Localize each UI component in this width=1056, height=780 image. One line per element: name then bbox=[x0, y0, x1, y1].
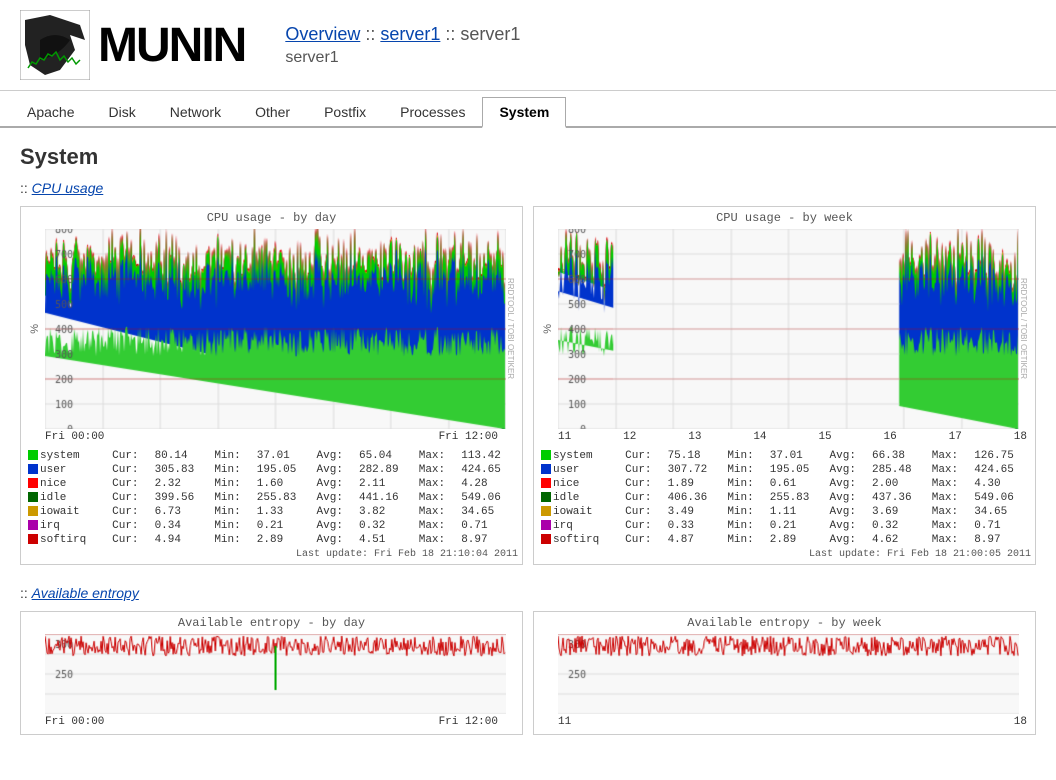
cpu-week-xlabels: 11 12 13 14 15 16 17 18 bbox=[538, 429, 1031, 445]
legend-row-irq: irq Cur:0.34 Min:0.21 Avg:0.32 Max:0.71 bbox=[25, 519, 518, 533]
cpu-day-canvas bbox=[45, 229, 506, 429]
header: MUNIN Overview :: server1 :: server1 ser… bbox=[0, 0, 1056, 91]
legend-row-softirq: softirq Cur:4.87 Min:2.89 Avg:4.62 Max:8… bbox=[538, 533, 1031, 547]
overview-link[interactable]: Overview bbox=[285, 24, 360, 44]
page-title: System bbox=[20, 144, 1036, 170]
cpu-prefix: :: bbox=[20, 180, 32, 196]
entropy-week-title: Available entropy - by week bbox=[538, 616, 1031, 630]
entropy-week-xlabel2: 18 bbox=[1014, 716, 1027, 728]
legend-row-iowait: iowait Cur:3.49 Min:1.11 Avg:3.69 Max:34… bbox=[538, 505, 1031, 519]
x-18: 18 bbox=[1014, 431, 1027, 443]
x-17: 17 bbox=[949, 431, 962, 443]
entropy-day-xlabel: Fri 00:00 bbox=[45, 716, 104, 728]
logo-area: MUNIN bbox=[20, 10, 245, 80]
legend-row-idle: idle Cur:406.36 Min:255.83 Avg:437.36 Ma… bbox=[538, 491, 1031, 505]
tab-network[interactable]: Network bbox=[153, 97, 238, 126]
munin-logo-icon bbox=[20, 10, 90, 80]
x-15: 15 bbox=[818, 431, 831, 443]
cpu-day-update: Last update: Fri Feb 18 21:10:04 2011 bbox=[25, 549, 518, 560]
cpu-usage-link[interactable]: CPU usage bbox=[32, 180, 104, 196]
x-12: 12 bbox=[623, 431, 636, 443]
entropy-chart-row: Available entropy - by day Fri 00:00 Fri… bbox=[20, 611, 1036, 735]
entropy-week-canvas bbox=[558, 634, 1019, 714]
cpu-week-chart: CPU usage - by week % RRDTOOL / TOBI OET… bbox=[533, 206, 1036, 565]
legend-row-idle: idle Cur:399.56 Min:255.83 Avg:441.16 Ma… bbox=[25, 491, 518, 505]
entropy-section-header: :: Available entropy bbox=[20, 585, 1036, 601]
legend-row-iowait: iowait Cur:6.73 Min:1.33 Avg:3.82 Max:34… bbox=[25, 505, 518, 519]
x-16: 16 bbox=[884, 431, 897, 443]
header-right: Overview :: server1 :: server1 server1 bbox=[285, 24, 520, 67]
logo-text: MUNIN bbox=[98, 18, 245, 73]
legend-row-irq: irq Cur:0.33 Min:0.21 Avg:0.32 Max:0.71 bbox=[538, 519, 1031, 533]
tab-other[interactable]: Other bbox=[238, 97, 307, 126]
cpu-week-update: Last update: Fri Feb 18 21:00:05 2011 bbox=[538, 549, 1031, 560]
x-11: 11 bbox=[558, 431, 571, 443]
legend-row-softirq: softirq Cur:4.94 Min:2.89 Avg:4.51 Max:8… bbox=[25, 533, 518, 547]
tab-system[interactable]: System bbox=[482, 97, 566, 128]
server-subtitle: server1 bbox=[285, 49, 520, 67]
entropy-day-canvas bbox=[45, 634, 506, 714]
legend-row-system: system Cur:75.18 Min:37.01 Avg:66.38 Max… bbox=[538, 449, 1031, 463]
cpu-section-header: :: CPU usage bbox=[20, 180, 1036, 196]
cpu-chart-row: CPU usage - by day % RRDTOOL / TOBI OETI… bbox=[20, 206, 1036, 565]
legend-row-system: system Cur:80.14 Min:37.01 Avg:65.04 Max… bbox=[25, 449, 518, 463]
cpu-week-legend: system Cur:75.18 Min:37.01 Avg:66.38 Max… bbox=[538, 449, 1031, 547]
entropy-week-xlabel: 11 bbox=[558, 716, 571, 728]
cpu-day-legend: system Cur:80.14 Min:37.01 Avg:65.04 Max… bbox=[25, 449, 518, 547]
entropy-link[interactable]: Available entropy bbox=[32, 585, 139, 601]
tab-apache[interactable]: Apache bbox=[10, 97, 91, 126]
legend-row-nice: nice Cur:2.32 Min:1.60 Avg:2.11 Max:4.28 bbox=[25, 477, 518, 491]
rrd-label-day: RRDTOOL / TOBI OETIKER bbox=[506, 278, 515, 379]
legend-row-nice: nice Cur:1.89 Min:0.61 Avg:2.00 Max:4.30 bbox=[538, 477, 1031, 491]
entropy-prefix: :: bbox=[20, 585, 32, 601]
cpu-day-title: CPU usage - by day bbox=[25, 211, 518, 225]
tab-disk[interactable]: Disk bbox=[91, 97, 152, 126]
x-label-fri-0: Fri 00:00 bbox=[45, 431, 104, 443]
entropy-day-title: Available entropy - by day bbox=[25, 616, 518, 630]
tab-postfix[interactable]: Postfix bbox=[307, 97, 383, 126]
x-label-fri-12: Fri 12:00 bbox=[439, 431, 498, 443]
cpu-day-chart: CPU usage - by day % RRDTOOL / TOBI OETI… bbox=[20, 206, 523, 565]
x-14: 14 bbox=[753, 431, 766, 443]
entropy-week-chart: Available entropy - by week 11 18 bbox=[533, 611, 1036, 735]
nav-tabs: ApacheDiskNetworkOtherPostfixProcessesSy… bbox=[0, 97, 1056, 128]
y-axis-label-day: % bbox=[29, 324, 41, 334]
entropy-day-chart: Available entropy - by day Fri 00:00 Fri… bbox=[20, 611, 523, 735]
entropy-day-xlabel2: Fri 12:00 bbox=[439, 716, 498, 728]
rrd-label-week: RRDTOOL / TOBI OETIKER bbox=[1019, 278, 1028, 379]
cpu-week-canvas bbox=[558, 229, 1019, 429]
cpu-week-title: CPU usage - by week bbox=[538, 211, 1031, 225]
x-13: 13 bbox=[688, 431, 701, 443]
legend-row-user: user Cur:307.72 Min:195.05 Avg:285.48 Ma… bbox=[538, 463, 1031, 477]
y-axis-label-week: % bbox=[542, 324, 554, 334]
cpu-day-xlabels: Fri 00:00 Fri 12:00 bbox=[25, 429, 518, 445]
breadcrumb-current: :: server1 bbox=[445, 24, 520, 44]
breadcrumb: Overview :: server1 :: server1 bbox=[285, 24, 520, 45]
tab-processes[interactable]: Processes bbox=[383, 97, 482, 126]
legend-row-user: user Cur:305.83 Min:195.05 Avg:282.89 Ma… bbox=[25, 463, 518, 477]
server1-link[interactable]: server1 bbox=[380, 24, 440, 44]
breadcrumb-sep1: :: bbox=[365, 24, 380, 44]
